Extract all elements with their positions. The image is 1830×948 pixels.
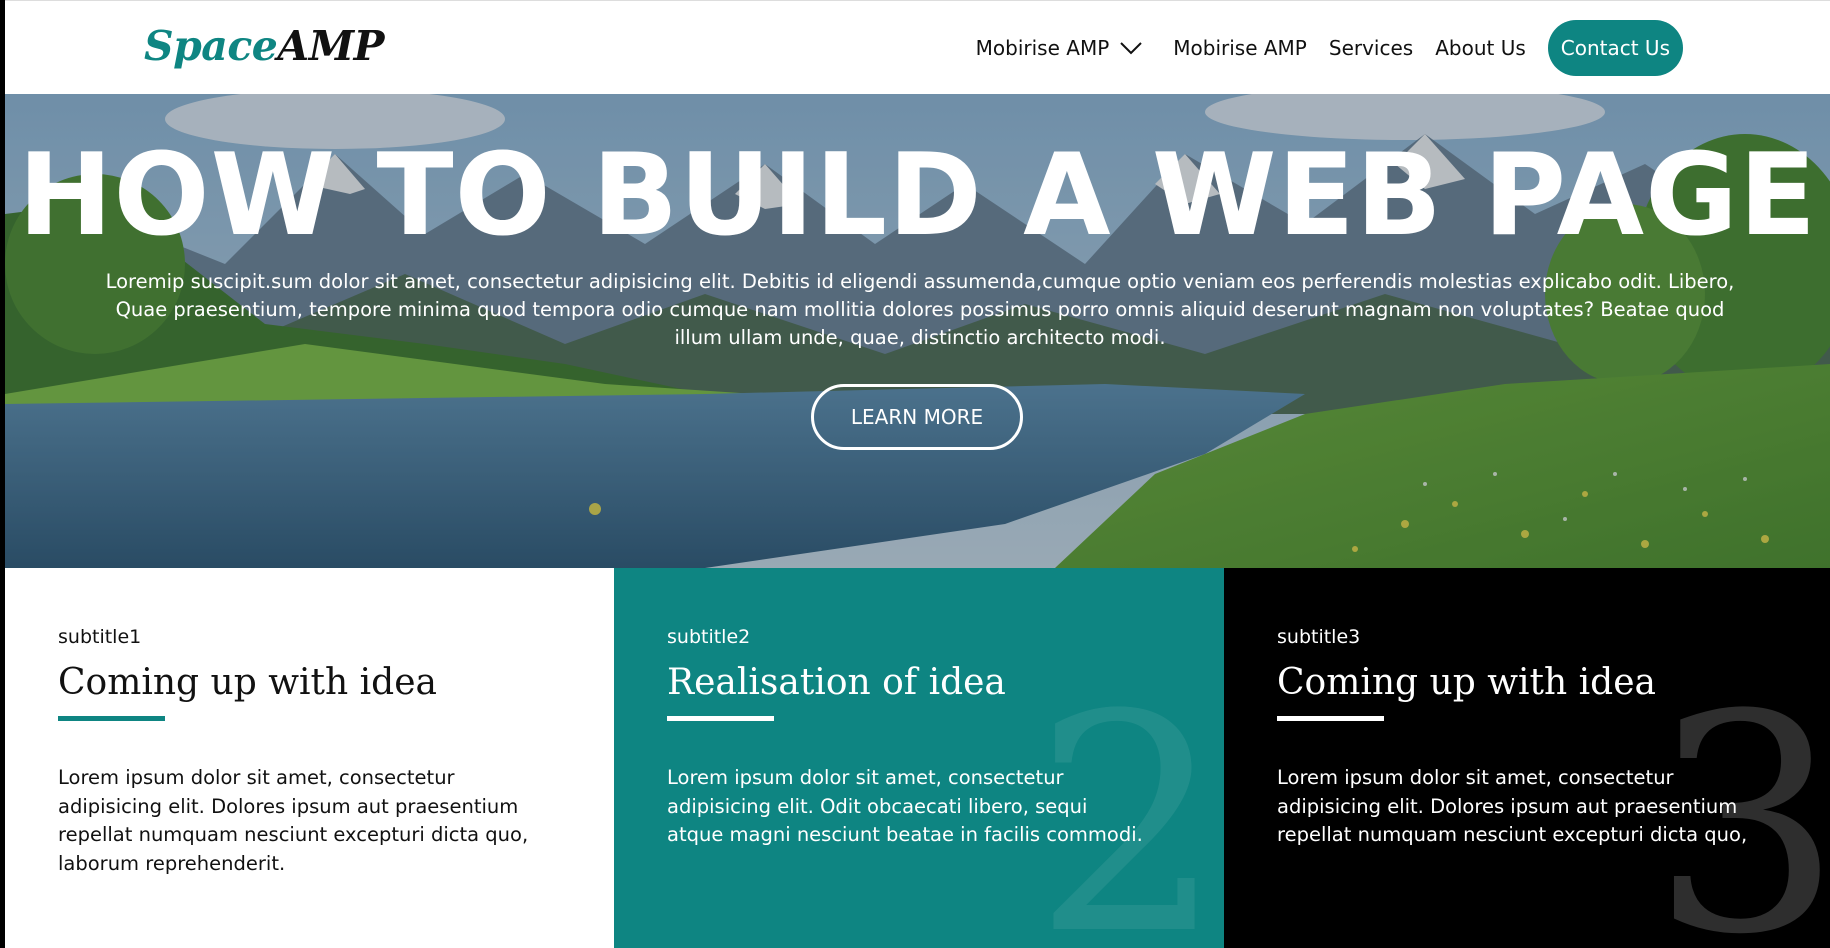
hero-description: Loremip suscipit.sum dolor sit amet, con…: [105, 270, 1735, 349]
brand-name-part1: Space: [144, 22, 278, 70]
card-title-underline: [58, 716, 165, 721]
nav-item-label: Services: [1328, 36, 1414, 60]
card-body: Lorem ipsum dolor sit amet, consectetur …: [1277, 766, 1748, 846]
card-subtitle: subtitle1: [58, 626, 142, 648]
hero-title: HOW TO BUILD A WEB PAGE: [17, 129, 1818, 261]
features-section: subtitle1 Coming up with idea Lorem ipsu…: [5, 568, 1830, 948]
navbar: SpaceAMP Mobirise AMP Mobirise AMP Servi…: [5, 0, 1830, 95]
card-body: Lorem ipsum dolor sit amet, consectetur …: [667, 766, 1143, 846]
card-title: Coming up with idea: [58, 662, 437, 703]
hero-section: HOW TO BUILD A WEB PAGE Loremip suscipit…: [5, 94, 1830, 568]
brand-name-part2: AMP: [277, 22, 384, 70]
card-title: Coming up with idea: [1277, 662, 1656, 703]
nav-item-label: Mobirise AMP: [975, 36, 1110, 60]
card-title-underline: [1277, 716, 1384, 721]
card-title: Realisation of idea: [667, 662, 1006, 703]
feature-card-1: subtitle1 Coming up with idea Lorem ipsu…: [5, 568, 614, 948]
contact-us-button[interactable]: Contact Us: [1547, 20, 1683, 76]
contact-us-label: Contact Us: [1560, 36, 1670, 60]
feature-card-3: 3 subtitle3 Coming up with idea Lorem ip…: [1224, 568, 1830, 948]
nav-item-mobirise[interactable]: Mobirise AMP: [1173, 36, 1307, 60]
card-title-underline: [667, 716, 774, 721]
nav-item-services[interactable]: Services: [1329, 36, 1413, 60]
nav-menu: Mobirise AMP Mobirise AMP Services About…: [976, 20, 1683, 76]
chevron-down-icon: [1120, 42, 1142, 55]
nav-item-label: Mobirise AMP: [1173, 36, 1307, 60]
card-subtitle: subtitle3: [1277, 626, 1361, 648]
learn-more-label: LEARN MORE: [850, 405, 984, 429]
brand-logo[interactable]: SpaceAMP: [144, 21, 384, 71]
nav-item-label: About Us: [1435, 36, 1526, 60]
card-body: Lorem ipsum dolor sit amet, consectetur …: [58, 766, 529, 875]
feature-card-2: 2 subtitle2 Realisation of idea Lorem ip…: [614, 568, 1224, 948]
nav-item-about-us[interactable]: About Us: [1435, 36, 1526, 60]
nav-item-mobirise-dropdown[interactable]: Mobirise AMP: [976, 36, 1152, 60]
card-subtitle: subtitle2: [667, 626, 751, 648]
learn-more-button[interactable]: LEARN MORE: [811, 384, 1023, 450]
page: SpaceAMP Mobirise AMP Mobirise AMP Servi…: [5, 0, 1830, 948]
